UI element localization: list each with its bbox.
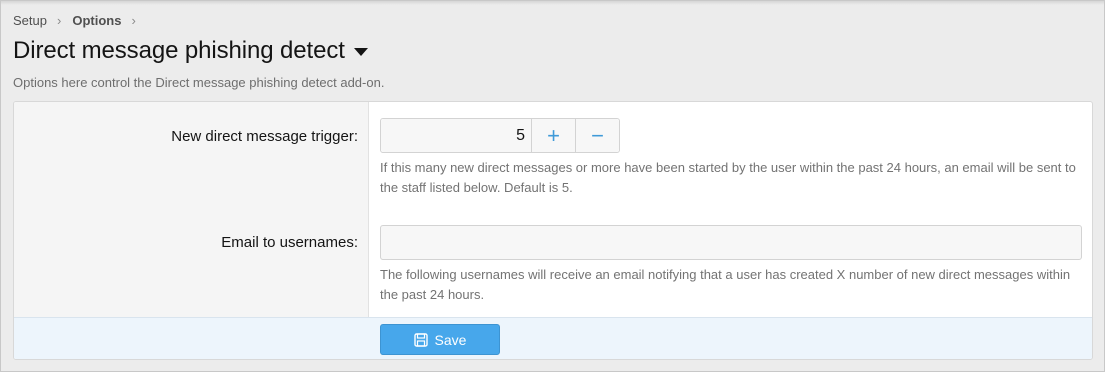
- save-button-label: Save: [434, 331, 467, 348]
- breadcrumb-chevron-icon: ›: [131, 13, 136, 28]
- options-form: New direct message trigger: Email to use…: [13, 101, 1093, 360]
- page-description: Options here control the Direct message …: [13, 75, 385, 90]
- save-button[interactable]: Save: [380, 324, 500, 355]
- trigger-label: New direct message trigger:: [171, 128, 358, 145]
- increment-button[interactable]: +: [531, 119, 575, 152]
- trigger-value-input[interactable]: 5: [381, 119, 531, 152]
- page-title: Direct message phishing detect: [13, 37, 345, 64]
- email-hint: The following usernames will receive an …: [380, 267, 1071, 302]
- trigger-hint: If this many new direct messages or more…: [380, 160, 1076, 195]
- breadcrumb-chevron-icon: ›: [56, 13, 62, 28]
- decrement-button[interactable]: −: [575, 119, 619, 152]
- top-shadow: [1, 1, 1104, 5]
- email-usernames-input[interactable]: [380, 225, 1082, 260]
- breadcrumb-item-setup[interactable]: Setup: [13, 13, 47, 28]
- email-label: Email to usernames:: [221, 234, 358, 251]
- labels-column: New direct message trigger: Email to use…: [14, 102, 369, 317]
- caret-down-icon[interactable]: [353, 48, 368, 56]
- breadcrumb-item-options[interactable]: Options: [72, 13, 121, 28]
- breadcrumb: Setup › Options ›: [13, 13, 147, 28]
- page-frame: Setup › Options › Direct message phishin…: [0, 0, 1105, 372]
- form-footer: Save: [14, 317, 1092, 359]
- page-title-row[interactable]: Direct message phishing detect: [13, 37, 368, 65]
- save-icon: [413, 332, 428, 347]
- trigger-stepper: 5 + −: [380, 118, 620, 153]
